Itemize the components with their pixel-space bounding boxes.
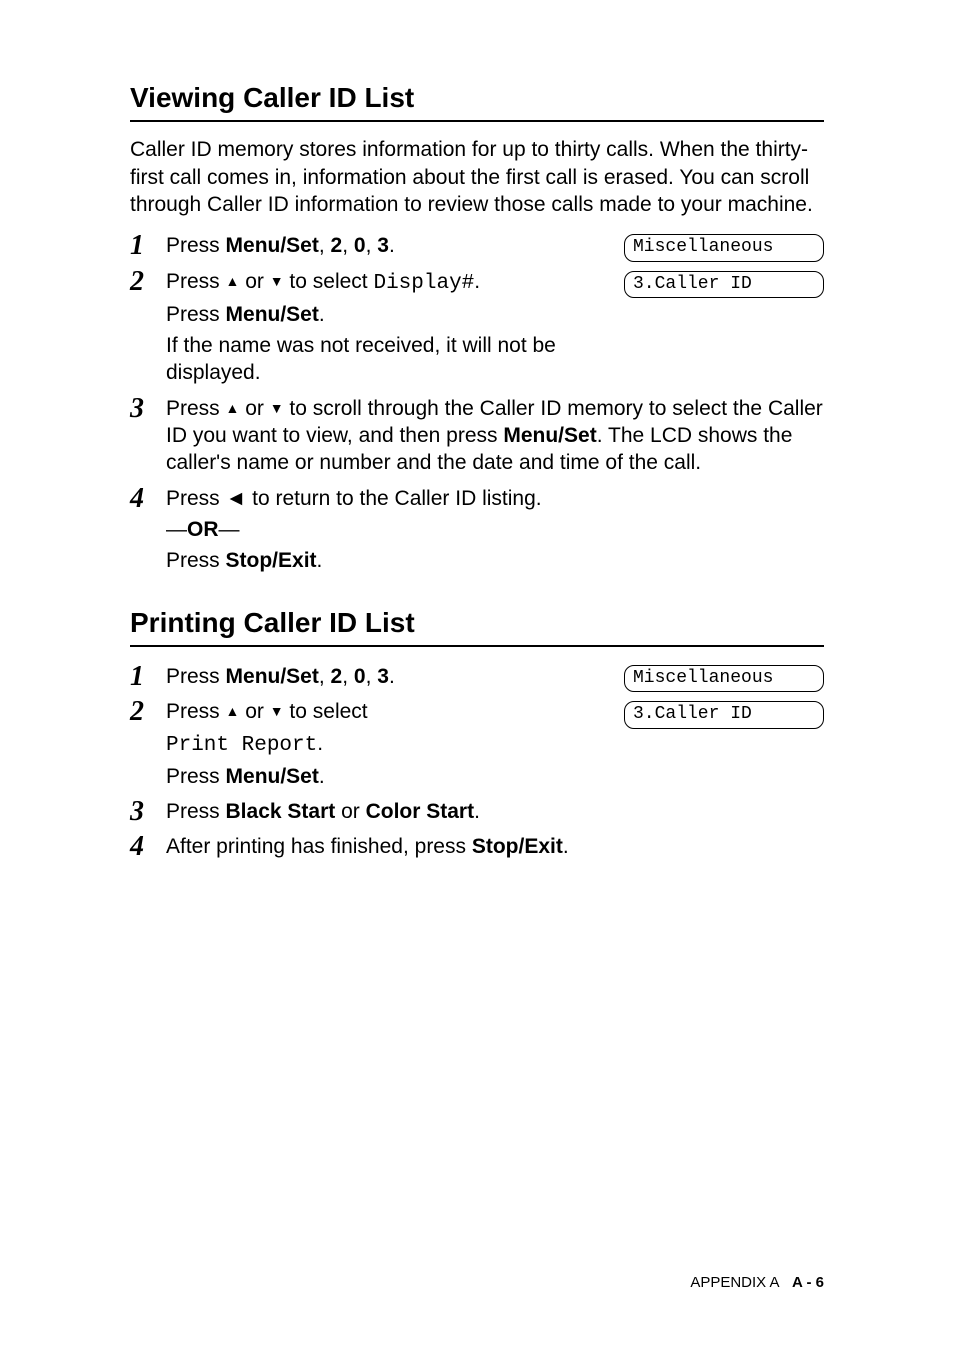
section-title-view: Viewing Caller ID List — [130, 80, 824, 122]
down-arrow-icon: ▼ — [270, 272, 284, 290]
key-digit: 0 — [354, 234, 366, 257]
up-arrow-icon: ▲ — [226, 272, 240, 290]
note-text: If the name was not received, it will no… — [166, 332, 606, 387]
step-body: Press Black Start or Color Start. — [166, 796, 824, 829]
lcd-stack-2: Miscellaneous 3.Caller ID — [624, 665, 824, 738]
text: Press — [166, 800, 226, 823]
text: Press — [166, 303, 226, 326]
display-code: Print Report — [166, 734, 317, 757]
text: . — [319, 765, 325, 788]
step-row: 2 Press ▲ or ▼ to select Display#. Press… — [130, 266, 606, 391]
text: , — [366, 665, 378, 688]
key-blackstart: Black Start — [226, 800, 336, 823]
lcd-line-miscellaneous: Miscellaneous — [624, 234, 824, 261]
text: or — [335, 800, 365, 823]
key-colorstart: Color Start — [366, 800, 475, 823]
text: . — [474, 270, 480, 293]
step-row: 3 Press Black Start or Color Start. — [130, 796, 824, 829]
key-digit: 2 — [331, 665, 343, 688]
appendix-label: APPENDIX A — [690, 1274, 779, 1291]
text: Press — [166, 234, 226, 257]
key-stopexit: Stop/Exit — [472, 835, 563, 858]
text: Press — [166, 665, 226, 688]
key-menuset: Menu/Set — [503, 424, 596, 447]
text: After printing has finished, press — [166, 835, 472, 858]
step-body: Press ▲ or ▼ to select Print Report. Pre… — [166, 696, 606, 794]
text: , — [319, 234, 331, 257]
text: . — [389, 665, 395, 688]
lcd-line-callerid: 3.Caller ID — [624, 701, 824, 728]
text: to select — [284, 700, 368, 723]
or-label: OR — [187, 518, 219, 541]
text: . — [317, 549, 323, 572]
text: . — [474, 800, 480, 823]
step-number: 2 — [130, 268, 166, 296]
text: , — [319, 665, 331, 688]
key-stopexit: Stop/Exit — [226, 549, 317, 572]
step-body: Press ▲ or ▼ to select Display#. Press M… — [166, 266, 606, 391]
key-menuset: Menu/Set — [226, 665, 319, 688]
down-arrow-icon: ▼ — [270, 399, 284, 417]
step-row: 3 Press ▲ or ▼ to scroll through the Cal… — [130, 393, 824, 481]
step-number: 3 — [130, 395, 166, 423]
text: . — [319, 303, 325, 326]
key-digit: 0 — [354, 665, 366, 688]
up-arrow-icon: ▲ — [226, 399, 240, 417]
step-row: 4 Press ◄ to return to the Caller ID lis… — [130, 483, 824, 579]
text: — — [219, 518, 240, 541]
step-row: 1 Press Menu/Set, 2, 0, 3. — [130, 661, 606, 694]
display-code: Display# — [373, 272, 474, 295]
text: . — [317, 732, 323, 755]
key-digit: 3 — [377, 665, 389, 688]
text: , — [342, 665, 354, 688]
key-menuset: Menu/Set — [226, 765, 319, 788]
step-number: 2 — [130, 698, 166, 726]
step-body: Press Menu/Set, 2, 0, 3. — [166, 661, 606, 694]
text: Press ◄ to return to the Caller ID listi… — [166, 485, 824, 512]
step-row: 4 After printing has finished, press Sto… — [130, 831, 824, 864]
text: Press — [166, 397, 226, 420]
step-body: After printing has finished, press Stop/… — [166, 831, 824, 864]
text: Press — [166, 549, 226, 572]
step-number: 1 — [130, 232, 166, 260]
lcd-stack-1: Miscellaneous 3.Caller ID — [624, 234, 824, 307]
intro-paragraph: Caller ID memory stores information for … — [130, 136, 824, 218]
text: to select — [284, 270, 374, 293]
step-number: 4 — [130, 485, 166, 513]
page-footer: APPENDIX A A - 6 — [690, 1273, 824, 1293]
text: Press — [166, 270, 226, 293]
text: Press — [166, 700, 226, 723]
text: or — [239, 397, 269, 420]
lcd-line-miscellaneous: Miscellaneous — [624, 665, 824, 692]
step-body: Press ◄ to return to the Caller ID listi… — [166, 483, 824, 579]
step-body: Press Menu/Set, 2, 0, 3. — [166, 230, 606, 263]
text: . — [389, 234, 395, 257]
step-number: 3 — [130, 798, 166, 826]
key-digit: 2 — [331, 234, 343, 257]
text: , — [366, 234, 378, 257]
step-row: 1 Press Menu/Set, 2, 0, 3. — [130, 230, 606, 263]
down-arrow-icon: ▼ — [270, 702, 284, 720]
page-number: A - 6 — [792, 1274, 824, 1291]
text: or — [239, 270, 269, 293]
text: Press — [166, 765, 226, 788]
lcd-line-callerid: 3.Caller ID — [624, 271, 824, 298]
key-menuset: Menu/Set — [226, 234, 319, 257]
text: — — [166, 518, 187, 541]
section-title-print: Printing Caller ID List — [130, 605, 824, 647]
key-digit: 3 — [377, 234, 389, 257]
key-menuset: Menu/Set — [226, 303, 319, 326]
up-arrow-icon: ▲ — [226, 702, 240, 720]
step-number: 4 — [130, 833, 166, 861]
step-number: 1 — [130, 663, 166, 691]
text: , — [342, 234, 354, 257]
text: or — [239, 700, 269, 723]
step-row: 2 Press ▲ or ▼ to select Print Report. P… — [130, 696, 606, 794]
step-body: Press ▲ or ▼ to scroll through the Calle… — [166, 393, 824, 481]
text: . — [563, 835, 569, 858]
